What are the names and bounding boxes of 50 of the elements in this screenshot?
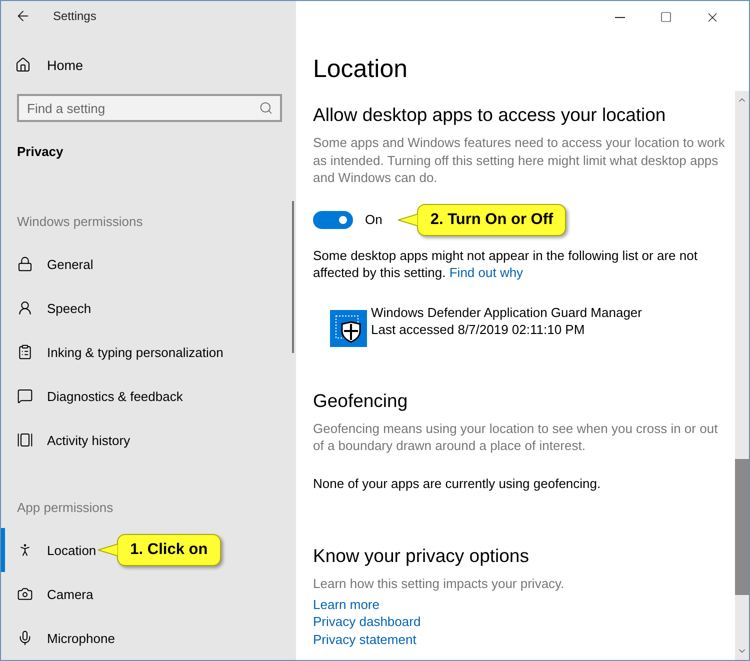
nav-item[interactable]: Activity history	[1, 418, 130, 462]
minimize-icon	[615, 16, 625, 18]
nav-item[interactable]: Speech	[1, 286, 92, 330]
privacy-link[interactable]: Privacy statement	[313, 630, 416, 648]
section-title: Privacy	[17, 144, 64, 159]
nav-icon	[17, 256, 33, 272]
group-heading: App permissions	[17, 500, 114, 516]
last-accessed-text: Last accessed 8/7/2019 02:11:10 PM	[371, 321, 586, 338]
note-text: Some desktop apps might not appear in the following list or are not affected by this setting. Find out why	[313, 246, 698, 282]
nav-icon	[17, 388, 33, 404]
callout-pointer	[98, 543, 118, 557]
nav-icon	[17, 630, 33, 646]
search-icon	[259, 101, 273, 115]
description-text: Learn how this setting impacts your privacy.	[313, 575, 566, 592]
nav-icon	[17, 344, 33, 360]
callout: 2. Turn On or Off	[417, 204, 566, 236]
toggle-label: On	[365, 212, 382, 227]
scrollbar[interactable]	[735, 91, 749, 660]
nav-item[interactable]: General	[1, 242, 94, 286]
nav-item[interactable]: Location	[1, 528, 96, 572]
scrollbar[interactable]	[292, 201, 294, 353]
section-heading: Allow desktop apps to access your location	[313, 103, 667, 127]
home-item[interactable]: Home	[1, 50, 90, 80]
section-heading: Geofencing	[313, 388, 409, 412]
scroll-thumb[interactable]	[735, 459, 749, 595]
nav-item[interactable]: Inking & typing personalization	[1, 330, 224, 374]
status-text: None of your apps are currently using geofencing.	[313, 474, 602, 492]
home-icon	[15, 57, 31, 74]
nav-icon	[17, 300, 33, 316]
callout: 1. Click on	[117, 534, 221, 566]
page-title: Location	[313, 54, 409, 85]
privacy-link[interactable]: Privacy dashboard	[313, 613, 421, 630]
nav-item[interactable]: Microphone	[1, 616, 115, 660]
group-heading: Windows permissions	[17, 214, 144, 230]
callout-pointer	[398, 212, 418, 226]
find-out-why-link[interactable]: Find out why	[449, 265, 524, 280]
privacy-link[interactable]: Learn more	[313, 596, 380, 613]
search-field[interactable]: Find a setting	[17, 94, 282, 122]
nav-item[interactable]: Diagnostics & feedback	[1, 374, 183, 418]
section-heading: Know your privacy options	[313, 544, 530, 568]
window-title: Settings	[53, 8, 96, 23]
description-text: Some apps and Windows features need to access your location to work as intended. Turning off this setting here might limit what desktop apps and Windows can do.	[313, 134, 725, 186]
toggle-switch[interactable]	[313, 210, 353, 228]
nav-icon	[17, 586, 33, 602]
nav-icon	[17, 432, 33, 448]
shield-app-icon	[330, 310, 367, 346]
description-text: Geofencing means using your location to see when you cross in or out of a boundary drawn around a place of interest.	[313, 420, 719, 454]
maximize-icon	[660, 11, 672, 23]
nav-item[interactable]: Camera	[1, 572, 94, 616]
app-name: Windows Defender Application Guard Manager	[371, 304, 642, 321]
